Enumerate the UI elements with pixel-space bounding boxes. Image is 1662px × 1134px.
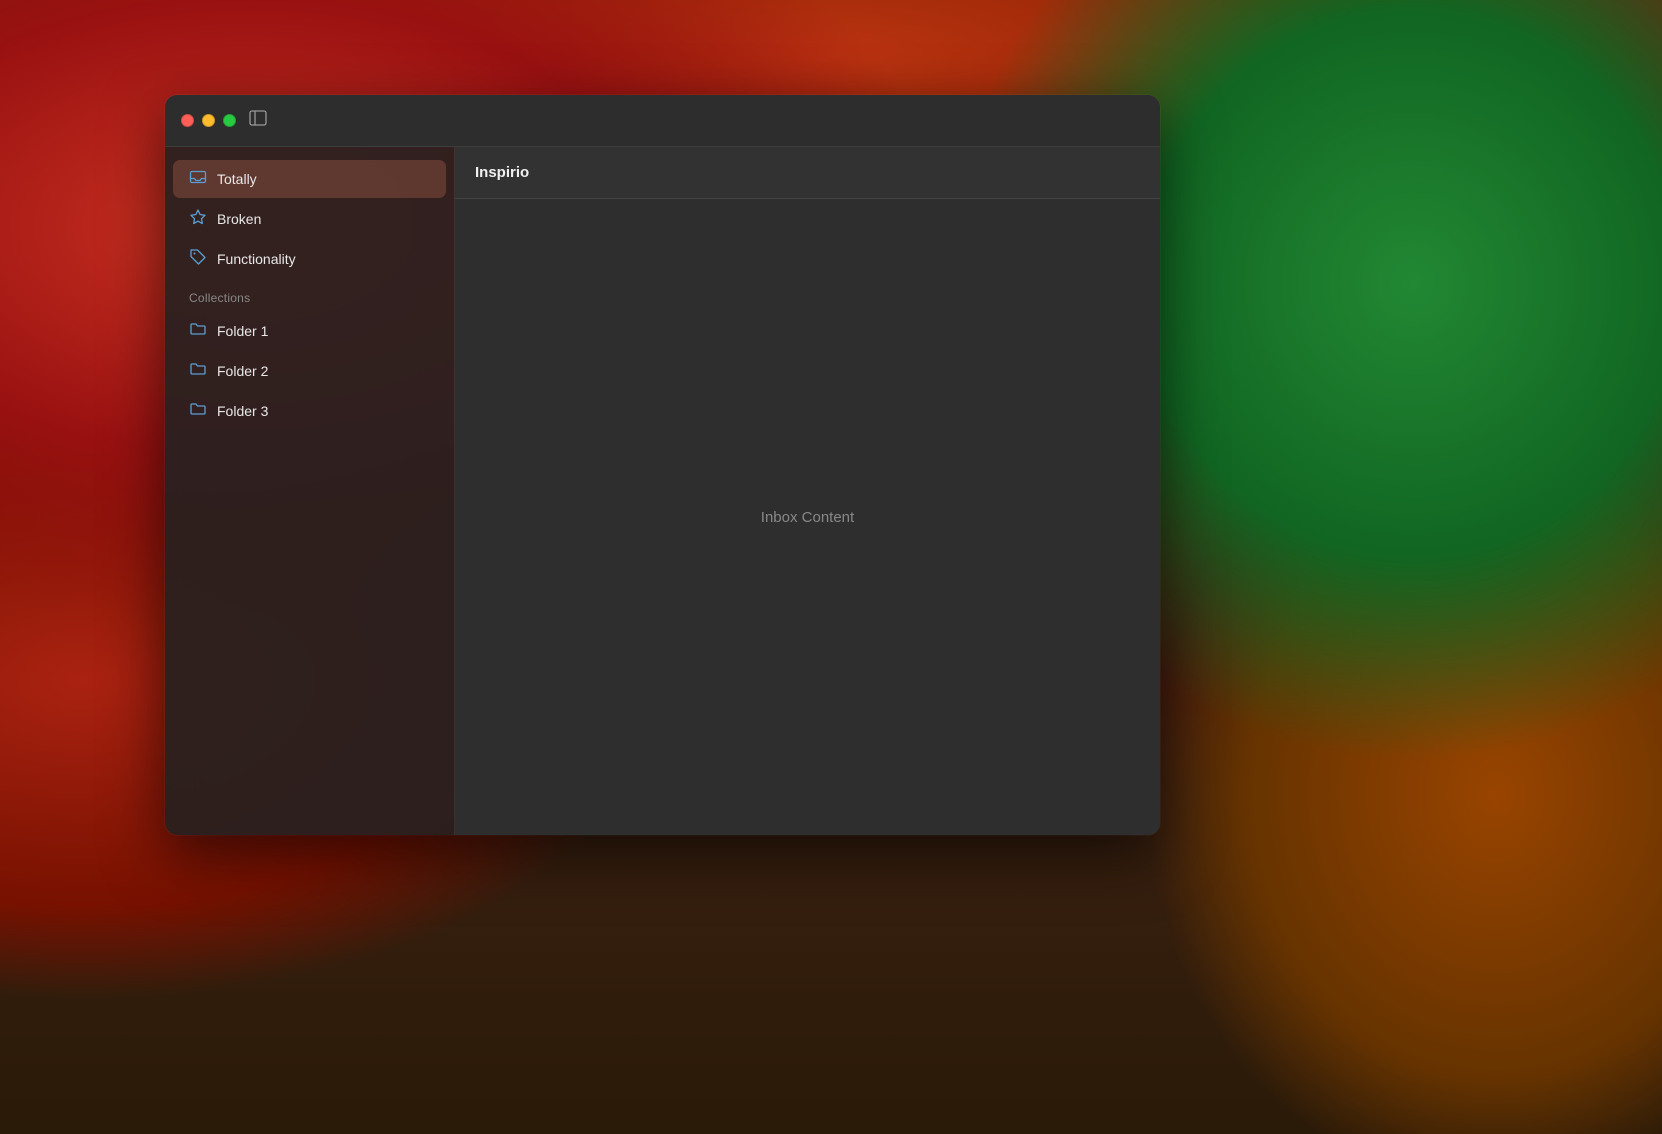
content-title: Inspirio <box>475 164 529 181</box>
inbox-content-placeholder: Inbox Content <box>761 509 854 526</box>
sidebar: Totally Broken Functi <box>165 147 455 835</box>
maximize-button[interactable] <box>223 114 236 127</box>
sidebar-item-folder2[interactable]: Folder 2 <box>173 352 446 390</box>
inbox-icon <box>189 168 207 190</box>
sidebar-item-totally[interactable]: Totally <box>173 160 446 198</box>
star-icon <box>189 208 207 230</box>
minimize-button[interactable] <box>202 114 215 127</box>
folder-icon-3 <box>189 400 207 422</box>
sidebar-item-totally-label: Totally <box>217 171 257 187</box>
close-button[interactable] <box>181 114 194 127</box>
traffic-lights <box>181 114 236 127</box>
sidebar-item-folder2-label: Folder 2 <box>217 363 268 379</box>
sidebar-item-functionality-label: Functionality <box>217 251 296 267</box>
tag-icon <box>189 248 207 270</box>
content-body: Inbox Content <box>455 199 1160 835</box>
content-wrapper: Inspirio Inbox Content <box>455 147 1160 835</box>
sidebar-item-folder3-label: Folder 3 <box>217 403 268 419</box>
sidebar-item-folder3[interactable]: Folder 3 <box>173 392 446 430</box>
sidebar-item-broken[interactable]: Broken <box>173 200 446 238</box>
app-window: Totally Broken Functi <box>165 95 1160 835</box>
collections-section-header: Collections <box>165 279 454 311</box>
sidebar-item-folder1-label: Folder 1 <box>217 323 268 339</box>
sidebar-toggle-button[interactable] <box>248 108 268 133</box>
folder-icon-2 <box>189 360 207 382</box>
sidebar-item-functionality[interactable]: Functionality <box>173 240 446 278</box>
title-bar <box>165 95 1160 147</box>
sidebar-item-broken-label: Broken <box>217 211 261 227</box>
folder-icon-1 <box>189 320 207 342</box>
main-area: Totally Broken Functi <box>165 147 1160 835</box>
sidebar-item-folder1[interactable]: Folder 1 <box>173 312 446 350</box>
content-title-bar: Inspirio <box>455 147 1160 199</box>
